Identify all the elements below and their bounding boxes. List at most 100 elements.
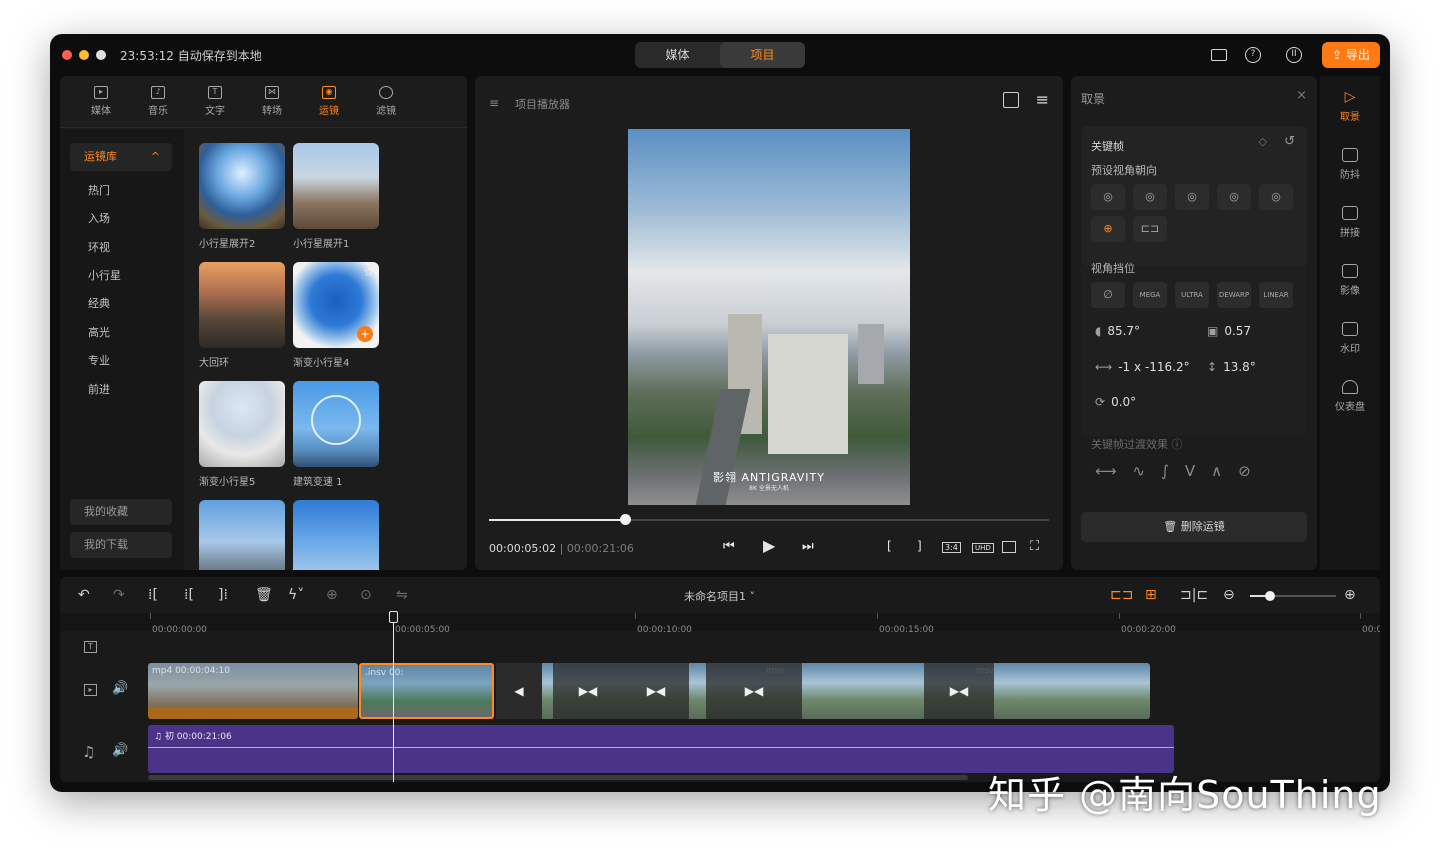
video-clip[interactable]: mp4 00:00:04:10: [148, 663, 358, 719]
timeline-scrollbar[interactable]: [148, 775, 968, 780]
effect-thumbnail[interactable]: [293, 381, 379, 467]
export-button[interactable]: ⇪ 导出: [1322, 42, 1380, 68]
playhead-line[interactable]: [393, 615, 394, 782]
preset-view-icon[interactable]: ◎: [1259, 184, 1293, 210]
effect-thumbnail[interactable]: [199, 262, 285, 348]
split-left-icon[interactable]: ⁞[: [184, 587, 194, 603]
tab-library-music[interactable]: ♪ 音乐: [133, 86, 183, 117]
fullscreen-icon[interactable]: ⛶: [1030, 539, 1039, 554]
fov-value[interactable]: ◖ 85.7°: [1095, 324, 1140, 338]
roll-value[interactable]: ⟳ 0.0°: [1095, 395, 1136, 409]
effect-thumbnail[interactable]: [293, 500, 379, 570]
uhd-icon[interactable]: UHD: [972, 543, 994, 553]
help-icon[interactable]: ?: [1245, 47, 1261, 63]
tilt-value[interactable]: ↕ 13.8°: [1207, 360, 1256, 374]
transition-marker[interactable]: ▶◀: [924, 663, 994, 719]
category-item[interactable]: 专业: [88, 352, 110, 368]
transition-marker[interactable]: ◀: [496, 663, 542, 719]
speed-icon[interactable]: ϟ˅: [288, 587, 304, 603]
effect-thumbnail[interactable]: [199, 500, 285, 570]
delete-camera-move-button[interactable]: 🗑 删除运镜: [1081, 512, 1307, 542]
panorama-icon[interactable]: ⊏⊐: [1133, 216, 1167, 242]
close-window-button[interactable]: [62, 50, 72, 60]
transition-curve-icons[interactable]: ⟷∿∫V∧⊘: [1095, 462, 1267, 480]
category-item[interactable]: 入场: [88, 210, 110, 226]
playhead-handle[interactable]: [389, 611, 398, 623]
add-keyframe-icon[interactable]: ⊕: [326, 587, 338, 603]
zoom-out-icon[interactable]: ⊖: [1223, 587, 1235, 603]
distortion-value[interactable]: ▣ 0.57: [1207, 324, 1251, 338]
video-clip-selected[interactable]: .insv 00:: [359, 663, 494, 719]
delete-icon[interactable]: 🗑: [255, 587, 273, 603]
split-right-icon[interactable]: ]⁞: [218, 587, 228, 603]
video-preview[interactable]: 影翎 ANTIGRAVITY 8K 全景无人机: [628, 129, 910, 505]
volume-icon[interactable]: 🔊: [112, 743, 128, 758]
zoom-slider[interactable]: [1250, 595, 1336, 597]
redo-icon[interactable]: ↷: [113, 587, 125, 603]
effect-thumbnail[interactable]: [293, 143, 379, 229]
rail-stabilize[interactable]: 防抖: [1320, 148, 1380, 181]
time-ruler[interactable]: 00:00:00:00 00:00:05:00 00:00:10:00 00:0…: [60, 613, 1380, 635]
globe-icon[interactable]: ⊕: [1091, 216, 1125, 242]
close-icon[interactable]: ×: [1296, 88, 1307, 103]
zoom-in-icon[interactable]: ⊕: [1344, 587, 1356, 603]
keyframe-diamond-icon[interactable]: ◇: [1259, 135, 1267, 148]
tab-library-media[interactable]: ▸ 媒体: [76, 86, 126, 117]
fov-mode-linear[interactable]: LINEAR: [1259, 282, 1293, 308]
zoom-window-button[interactable]: [96, 50, 106, 60]
transition-marker[interactable]: ▶◀: [553, 663, 623, 719]
favorites-button[interactable]: 我的收藏: [70, 499, 172, 525]
fov-mode-dewarp[interactable]: DEWARP: [1217, 282, 1251, 308]
scrub-knob[interactable]: [620, 514, 631, 525]
loop-icon[interactable]: ⇋: [396, 587, 408, 603]
effect-thumbnail[interactable]: [199, 381, 285, 467]
tab-library-filter[interactable]: 滤镜: [361, 86, 411, 117]
play-icon[interactable]: ▶: [763, 536, 775, 555]
fov-mode-mega[interactable]: MEGA: [1133, 282, 1167, 308]
transition-marker[interactable]: ▶◀: [623, 663, 689, 719]
mark-out-icon[interactable]: ]: [917, 539, 922, 553]
tab-media[interactable]: 媒体: [635, 42, 720, 68]
minimize-window-button[interactable]: [79, 50, 89, 60]
tab-library-camera-move[interactable]: ◉ 运镜: [304, 86, 354, 117]
preset-view-icon[interactable]: ◎: [1091, 184, 1125, 210]
crop-icon[interactable]: [1003, 92, 1019, 108]
volume-icon[interactable]: 🔊: [112, 681, 128, 696]
reset-icon[interactable]: ↺: [1284, 134, 1295, 149]
rail-image[interactable]: 影像: [1320, 264, 1380, 297]
keyboard-icon[interactable]: [1211, 49, 1227, 61]
previous-frame-icon[interactable]: ⏮: [723, 539, 735, 554]
snapshot-icon[interactable]: [1002, 541, 1016, 553]
category-item[interactable]: 前进: [88, 381, 110, 397]
star-icon[interactable]: ☆: [363, 265, 374, 279]
fov-mode-ultra[interactable]: ULTRA: [1175, 282, 1209, 308]
zoom-slider-knob[interactable]: [1265, 591, 1275, 601]
preset-view-icon[interactable]: ◎: [1217, 184, 1251, 210]
project-name[interactable]: 未命名项目1 ˅: [684, 588, 755, 604]
effect-thumbnail[interactable]: [199, 143, 285, 229]
rail-dashboard[interactable]: 仪表盘: [1320, 380, 1380, 413]
target-icon[interactable]: ⊙: [360, 587, 372, 603]
rail-framing[interactable]: ▷ 取景: [1320, 90, 1380, 123]
mark-in-icon[interactable]: [: [887, 539, 892, 553]
split-icon[interactable]: ⁞[: [148, 587, 158, 603]
magnet-icon[interactable]: ⊞: [1145, 587, 1157, 603]
effect-thumbnail[interactable]: + ☆: [293, 262, 379, 348]
pause-circle-icon[interactable]: II: [1286, 47, 1302, 63]
menu-icon[interactable]: ≡: [1036, 90, 1049, 109]
pan-value[interactable]: ⟷ -1 x -116.2°: [1095, 360, 1190, 374]
category-item[interactable]: 小行星: [88, 267, 121, 283]
rail-stitch[interactable]: 拼接: [1320, 206, 1380, 239]
category-item[interactable]: 热门: [88, 182, 110, 198]
mirror-icon[interactable]: ⊐|⊏: [1180, 587, 1208, 603]
next-frame-icon[interactable]: ⏭: [802, 539, 814, 554]
scrub-bar[interactable]: [489, 519, 1049, 521]
menu-lines-icon[interactable]: ≡: [489, 96, 499, 110]
tab-library-transition[interactable]: ⋈ 转场: [247, 86, 297, 117]
preset-view-icon[interactable]: ◎: [1175, 184, 1209, 210]
category-header[interactable]: 运镜库 ^: [70, 143, 172, 171]
category-item[interactable]: 环视: [88, 239, 110, 255]
undo-icon[interactable]: ↶: [78, 587, 90, 603]
category-item[interactable]: 经典: [88, 295, 110, 311]
add-icon[interactable]: +: [357, 326, 373, 342]
